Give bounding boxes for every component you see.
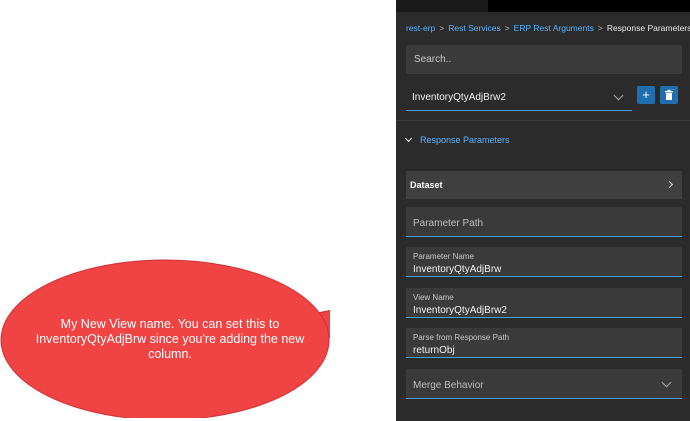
chevron-down-icon <box>661 377 672 388</box>
breadcrumb-separator: > <box>504 23 510 33</box>
breadcrumb-separator: > <box>597 23 603 33</box>
view-name-field[interactable]: View Name InventoryQtyAdjBrw2 <box>406 288 682 318</box>
breadcrumb-current: Response Parameters <box>606 23 690 33</box>
section-response-parameters[interactable]: Response Parameters <box>404 134 510 145</box>
breadcrumb-item-erp-rest-arguments[interactable]: ERP Rest Arguments <box>514 23 594 33</box>
view-name-label: View Name <box>413 293 454 302</box>
parameter-name-value: InventoryQtyAdjBrw <box>413 264 502 275</box>
search-input[interactable] <box>406 45 682 74</box>
breadcrumb-item-rest-erp[interactable]: rest-erp <box>406 23 435 33</box>
delete-button[interactable] <box>660 86 678 104</box>
top-bar-dark <box>488 0 690 12</box>
breadcrumb-separator: > <box>439 23 445 33</box>
dataset-label: Dataset <box>410 180 443 190</box>
chevron-right-icon <box>665 180 674 189</box>
view-select-value: InventoryQtyAdjBrw2 <box>412 92 506 103</box>
trash-icon <box>665 89 673 100</box>
breadcrumb-item-rest-services[interactable]: Rest Services <box>448 23 500 33</box>
dataset-row[interactable]: Dataset <box>406 171 682 199</box>
parameter-path-field[interactable]: Parameter Path <box>406 207 682 237</box>
top-bar <box>396 0 690 12</box>
add-button[interactable]: + <box>637 86 655 104</box>
section-label: Response Parameters <box>420 135 510 145</box>
view-select[interactable]: InventoryQtyAdjBrw2 <box>406 83 632 111</box>
parse-from-field[interactable]: Parse from Response Path returnObj <box>406 328 682 358</box>
merge-behavior-placeholder: Merge Behavior <box>413 380 484 391</box>
breadcrumb: rest-erp > Rest Services > ERP Rest Argument… <box>406 23 690 33</box>
properties-panel: rest-erp > Rest Services > ERP Rest Argument… <box>396 0 690 421</box>
parse-from-value: returnObj <box>413 345 455 356</box>
callout-text: My New View name. You can set this to In… <box>35 317 305 361</box>
view-name-value: InventoryQtyAdjBrw2 <box>413 305 507 316</box>
parameter-name-field[interactable]: Parameter Name InventoryQtyAdjBrw <box>406 247 682 277</box>
merge-behavior-select[interactable]: Merge Behavior <box>406 369 682 399</box>
parameter-path-placeholder: Parameter Path <box>413 218 484 229</box>
divider <box>396 120 690 121</box>
plus-icon: + <box>642 87 650 102</box>
chevron-down-icon <box>404 134 413 143</box>
parameter-name-label: Parameter Name <box>413 252 474 261</box>
chevron-down-icon <box>613 90 624 101</box>
parse-from-label: Parse from Response Path <box>413 333 510 342</box>
